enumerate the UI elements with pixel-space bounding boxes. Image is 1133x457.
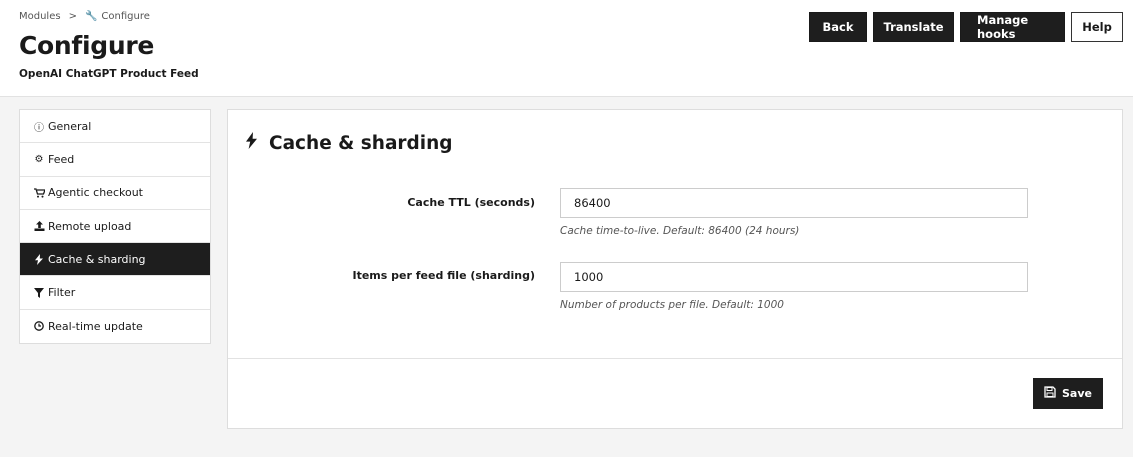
shopping-cart-icon xyxy=(32,188,46,198)
page-title: Configure xyxy=(19,31,155,60)
upload-icon xyxy=(32,221,46,232)
items-per-file-input[interactable] xyxy=(560,262,1028,292)
items-per-file-help: Number of products per file. Default: 10… xyxy=(560,299,784,311)
save-icon xyxy=(1044,386,1056,401)
sidebar-item-label: Agentic checkout xyxy=(48,186,143,200)
sidebar-item-label: Remote upload xyxy=(48,219,132,233)
translate-button[interactable]: Translate xyxy=(873,12,954,42)
panel-heading: Cache & sharding xyxy=(246,132,453,154)
sidebar-item-general[interactable]: ⓘ General xyxy=(20,110,210,144)
breadcrumb-current: Configure xyxy=(101,11,150,22)
save-button-label: Save xyxy=(1062,387,1092,400)
page-header: Modules > 🔧 Configure Configure OpenAI C… xyxy=(0,0,1133,97)
sidebar-item-label: General xyxy=(48,119,92,133)
info-circle-icon: ⓘ xyxy=(34,122,44,134)
wrench-icon: 🔧 xyxy=(84,11,98,22)
settings-panel: Cache & sharding Cache TTL (seconds) Cac… xyxy=(227,109,1123,429)
sidebar-item-agentic-checkout[interactable]: Agentic checkout xyxy=(20,177,210,210)
manage-hooks-button[interactable]: Manage hooks xyxy=(960,12,1065,42)
filter-icon xyxy=(32,287,46,298)
save-button[interactable]: Save xyxy=(1033,378,1103,409)
sidebar-item-feed[interactable]: ⚙ Feed xyxy=(20,143,210,177)
help-button[interactable]: Help xyxy=(1071,12,1123,42)
cogs-icon: ⚙ xyxy=(34,153,44,165)
bolt-icon xyxy=(246,132,257,154)
bolt-icon xyxy=(32,253,46,265)
panel-heading-label: Cache & sharding xyxy=(269,132,453,154)
back-button[interactable]: Back xyxy=(809,12,867,42)
toolbar: Back Translate Manage hooks Help xyxy=(809,12,1123,42)
cache-ttl-help: Cache time-to-live. Default: 86400 (24 h… xyxy=(560,225,800,237)
breadcrumb-separator: > xyxy=(68,11,77,22)
items-per-file-label: Items per feed file (sharding) xyxy=(352,269,536,282)
sidebar-item-label: Filter xyxy=(48,286,76,300)
page-subtitle: OpenAI ChatGPT Product Feed xyxy=(19,68,199,80)
cache-ttl-label: Cache TTL (seconds) xyxy=(407,196,535,209)
breadcrumb-modules-link[interactable]: Modules xyxy=(19,11,61,22)
settings-sidebar: ⓘ General ⚙ Feed Agentic checkout Remote… xyxy=(19,109,211,345)
panel-footer-divider xyxy=(228,358,1122,359)
sidebar-item-remote-upload[interactable]: Remote upload xyxy=(20,210,210,244)
sidebar-item-cache-sharding[interactable]: Cache & sharding xyxy=(20,243,210,277)
sidebar-item-label: Real-time update xyxy=(48,319,143,333)
sidebar-item-filter[interactable]: Filter xyxy=(20,276,210,310)
sidebar-item-label: Feed xyxy=(48,152,75,166)
cache-ttl-input[interactable] xyxy=(560,188,1028,218)
clock-icon xyxy=(32,321,46,332)
sidebar-item-label: Cache & sharding xyxy=(48,252,146,266)
sidebar-item-real-time-update[interactable]: Real-time update xyxy=(20,310,210,343)
breadcrumb: Modules > 🔧 Configure xyxy=(19,11,150,22)
